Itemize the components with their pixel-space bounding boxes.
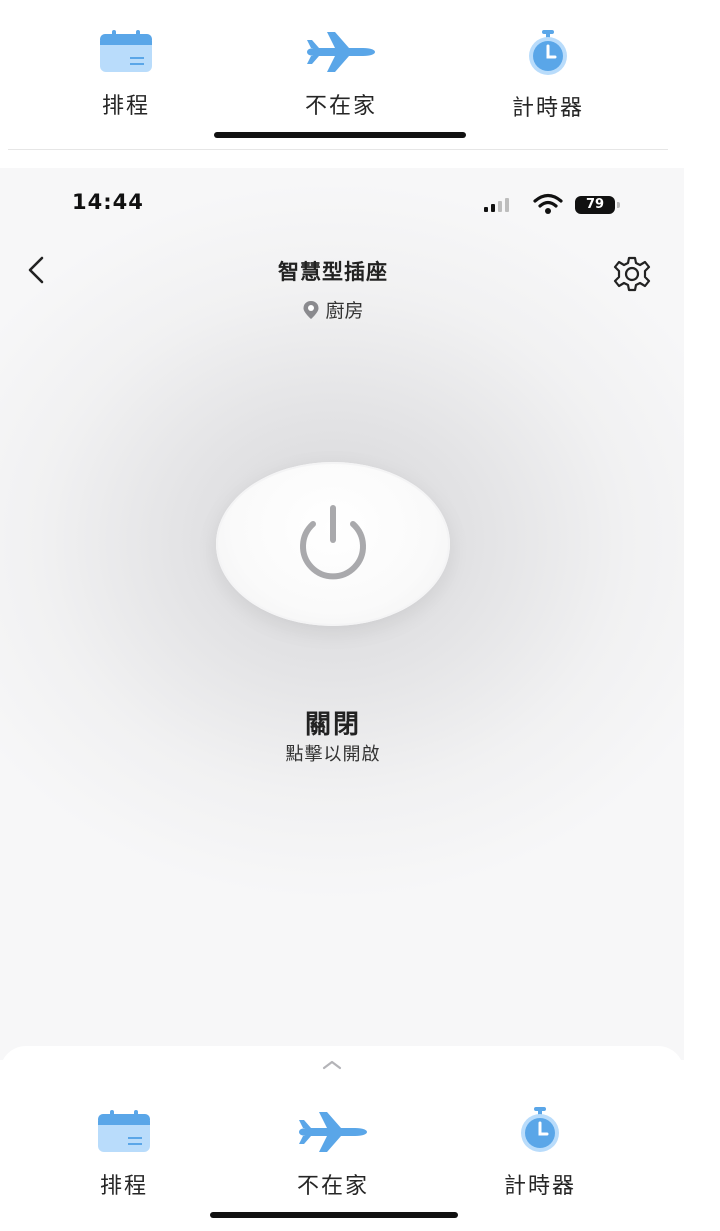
page-title: 智慧型插座	[278, 260, 388, 284]
battery-cap	[617, 202, 620, 208]
status-time: 14:44	[72, 190, 144, 214]
tab-schedule-label: 排程	[101, 94, 150, 119]
tab-timer[interactable]: 計時器	[498, 30, 598, 122]
tab-timer-bottom[interactable]: 計時器	[490, 1106, 590, 1200]
calendar-icon	[98, 1110, 150, 1152]
location-pin-icon	[303, 300, 319, 319]
location-label: 廚房	[325, 300, 364, 322]
gear-icon[interactable]	[612, 254, 652, 294]
wifi-icon	[533, 193, 563, 214]
top-tab-panel: 排程 不在家 計時器	[8, 0, 668, 150]
power-state-label: 關閉	[304, 710, 361, 740]
tab-schedule-bottom[interactable]: 排程	[74, 1110, 174, 1200]
bottom-tab-sheet: 排程 不在家 計時器	[0, 1046, 684, 1231]
tab-schedule-label: 排程	[99, 1174, 148, 1199]
status-bar: 14:44 79	[0, 168, 684, 238]
calendar-icon	[100, 30, 152, 72]
tab-away-bottom[interactable]: 不在家	[278, 1110, 388, 1200]
device-screen: 14:44 79 智慧型插座 廚房 關閉 點擊以開啟	[0, 168, 684, 1060]
stopwatch-icon	[521, 1107, 559, 1152]
tab-schedule[interactable]: 排程	[76, 30, 176, 120]
battery-icon: 79	[575, 196, 615, 214]
tab-timer-label: 計時器	[503, 1174, 576, 1199]
stopwatch-icon	[529, 30, 567, 75]
cellular-signal-icon	[484, 198, 509, 212]
chevron-up-icon[interactable]	[320, 1058, 344, 1072]
tab-away-label: 不在家	[296, 1174, 369, 1199]
tab-away[interactable]: 不在家	[286, 30, 396, 120]
airplane-icon	[307, 32, 375, 72]
location-row: 廚房	[0, 296, 666, 323]
power-icon	[300, 505, 366, 580]
power-hint-label: 點擊以開啟	[285, 744, 381, 765]
home-indicator	[214, 132, 466, 138]
power-button[interactable]	[216, 462, 450, 626]
tab-away-label: 不在家	[304, 94, 377, 119]
home-indicator	[210, 1212, 458, 1218]
tab-timer-label: 計時器	[511, 96, 584, 121]
airplane-icon	[299, 1112, 367, 1152]
